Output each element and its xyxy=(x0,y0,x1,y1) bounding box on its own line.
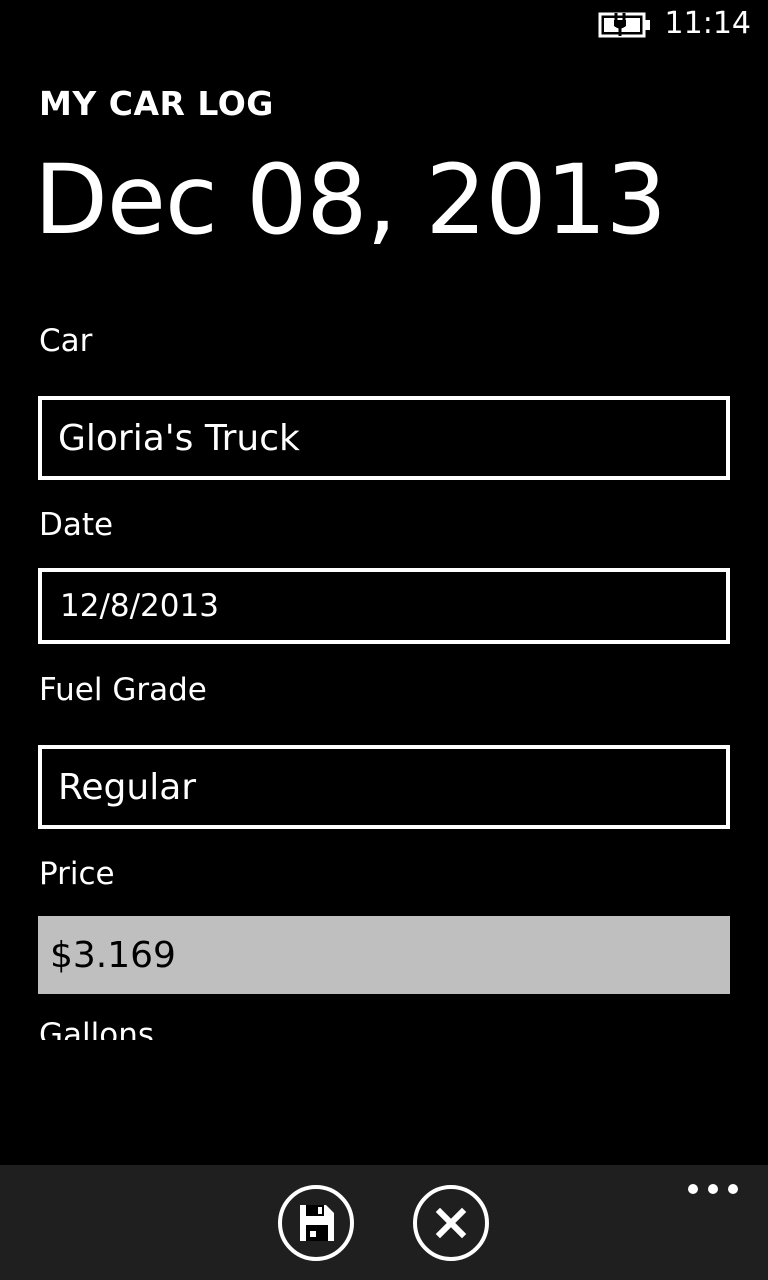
car-label: Car xyxy=(39,323,93,359)
app-bar xyxy=(0,1165,768,1280)
gallons-label: Gallons xyxy=(39,1017,155,1040)
fuel-grade-label: Fuel Grade xyxy=(39,672,207,708)
page-title: Dec 08, 2013 xyxy=(34,144,667,256)
price-value: $3.169 xyxy=(50,934,176,976)
app-title: MY CAR LOG xyxy=(39,84,274,123)
car-value: Gloria's Truck xyxy=(58,417,300,459)
status-bar: 11:14 xyxy=(0,0,768,50)
date-picker[interactable]: 12/8/2013 xyxy=(38,568,730,644)
battery-charging-icon xyxy=(598,12,650,38)
status-time: 11:14 xyxy=(664,6,751,41)
date-value: 12/8/2013 xyxy=(60,588,219,624)
price-input[interactable]: $3.169 xyxy=(38,916,730,994)
save-icon xyxy=(300,1205,334,1241)
save-button[interactable] xyxy=(278,1185,354,1261)
price-label: Price xyxy=(39,856,115,892)
cancel-icon xyxy=(435,1207,467,1239)
ellipsis-icon[interactable] xyxy=(688,1179,738,1199)
fuel-grade-picker[interactable]: Regular xyxy=(38,745,730,829)
fuel-grade-value: Regular xyxy=(58,766,197,808)
car-picker[interactable]: Gloria's Truck xyxy=(38,396,730,480)
date-label: Date xyxy=(39,507,114,543)
phone-screen: 11:14 MY CAR LOG Dec 08, 2013 Car Gloria… xyxy=(0,0,768,1280)
log-entry-form[interactable]: Car Gloria's Truck Date 12/8/2013 Fuel G… xyxy=(0,300,768,1040)
cancel-button[interactable] xyxy=(413,1185,489,1261)
